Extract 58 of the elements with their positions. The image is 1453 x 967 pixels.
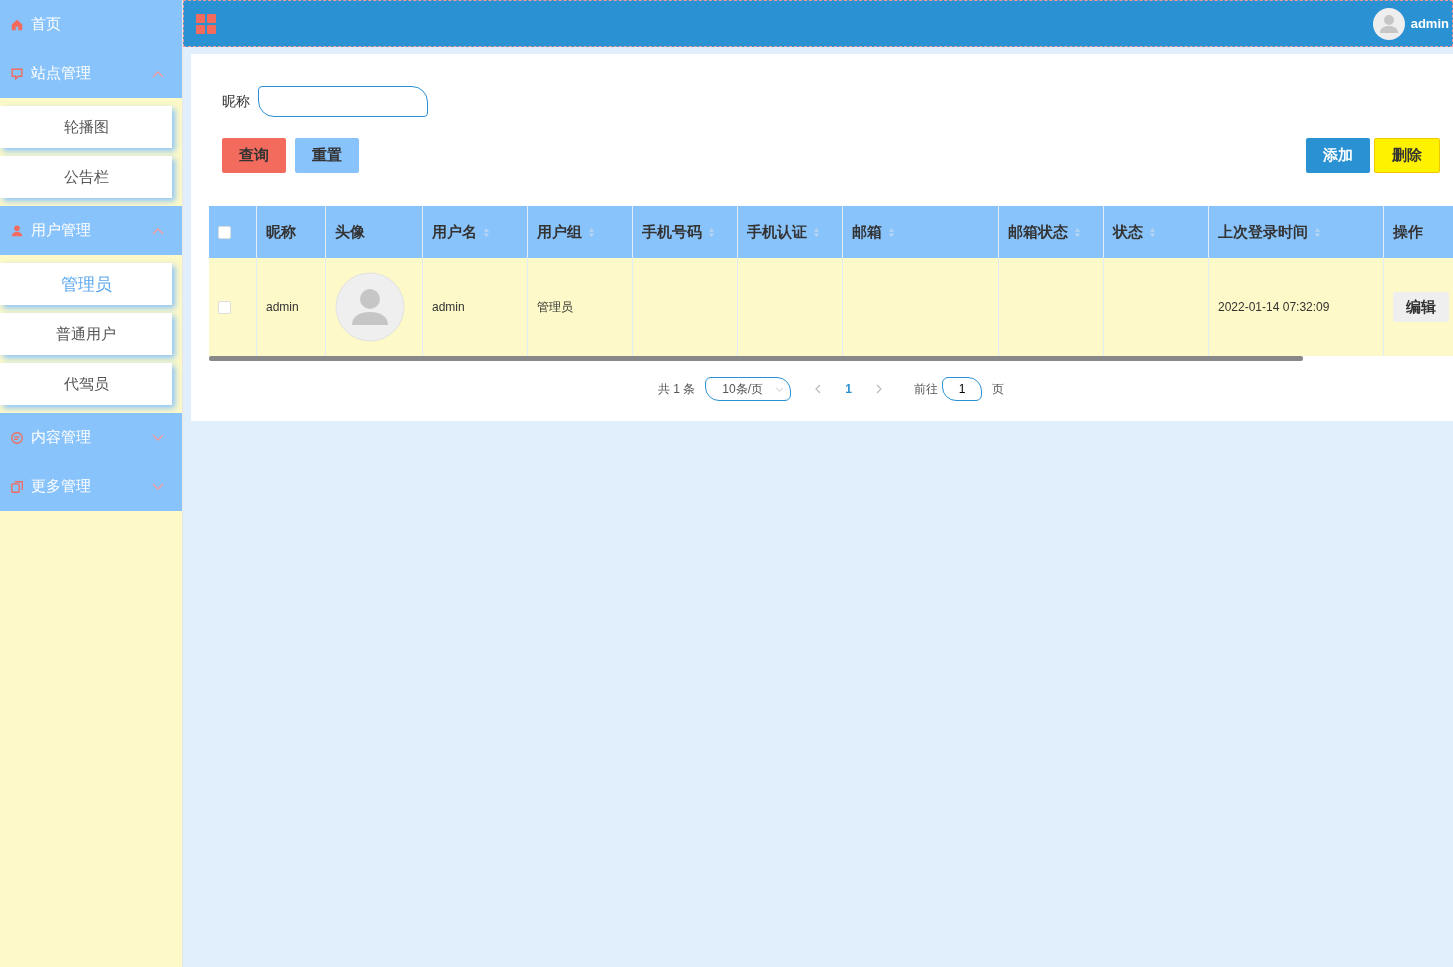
previous-page-icon[interactable] — [815, 384, 822, 394]
page-field[interactable]: 1 — [942, 377, 982, 401]
goto-label: 前往 — [914, 380, 938, 398]
submenu-item[interactable]: 轮播图 — [0, 106, 172, 148]
caret-icon — [775, 386, 785, 392]
column-header[interactable]: 手机认证 — [747, 222, 807, 242]
user-icon — [10, 223, 24, 238]
column-header[interactable]: 手机号码 — [642, 222, 702, 242]
column-header[interactable]: 上次登录时间 — [1218, 222, 1308, 242]
page-number[interactable]: 1 — [845, 382, 852, 396]
column-header[interactable]: 昵称 — [266, 222, 296, 242]
home-icon — [10, 17, 24, 32]
submenu-item[interactable]: 普通用户 — [0, 313, 172, 355]
menu-label: 用户管理 — [31, 221, 92, 240]
table-cell: 管理员 — [528, 258, 633, 356]
checkbox[interactable] — [218, 225, 231, 239]
menu-label: 内容管理 — [31, 428, 92, 447]
sort-icon[interactable] — [1074, 226, 1081, 238]
column-header[interactable]: 邮箱状态 — [1008, 222, 1068, 242]
username[interactable]: admin — [1410, 16, 1449, 31]
sort-icon[interactable] — [888, 226, 895, 238]
sort-icon[interactable] — [813, 226, 820, 238]
menu-label: 更多管理 — [31, 477, 92, 496]
edit-button[interactable]: 编辑 — [1393, 292, 1449, 322]
sort-icon[interactable] — [1149, 226, 1156, 238]
column-header[interactable]: 用户名 — [432, 222, 477, 242]
column-header[interactable]: 用户组 — [537, 222, 582, 242]
column-header[interactable]: 操作 — [1393, 222, 1423, 242]
submenu-item[interactable]: 代驾员 — [0, 363, 172, 405]
total-count: 共 1 条 — [658, 380, 696, 398]
table-cell: admin — [423, 258, 528, 356]
field-label: 昵称 — [222, 92, 250, 111]
checkbox[interactable] — [218, 300, 231, 314]
grid-icon[interactable] — [196, 13, 216, 34]
page-suffix: 页 — [992, 380, 1004, 398]
add-button[interactable]: 添加 — [1306, 138, 1370, 173]
avatar-icon[interactable] — [1372, 7, 1405, 40]
menu-label: 首页 — [31, 15, 62, 34]
reset-button[interactable]: 重置 — [295, 138, 359, 173]
chat-icon — [10, 430, 24, 445]
sort-icon[interactable] — [588, 226, 595, 238]
submenu-item[interactable]: 公告栏 — [0, 156, 172, 198]
table-cell: 2022-01-14 07:32:09 — [1209, 258, 1384, 356]
delete-button[interactable]: 删除 — [1374, 138, 1440, 173]
column-header[interactable]: 邮箱 — [852, 222, 882, 242]
copy-icon — [10, 479, 24, 494]
scrollbar[interactable] — [209, 356, 1303, 361]
search-button[interactable]: 查询 — [222, 138, 286, 173]
next-page-icon[interactable] — [876, 384, 882, 394]
table-cell: admin — [257, 258, 326, 356]
column-header[interactable]: 状态 — [1113, 222, 1143, 242]
menu-label: 站点管理 — [31, 64, 92, 83]
sort-icon[interactable] — [708, 226, 715, 238]
page-size-select[interactable]: 10条/页 — [705, 377, 792, 401]
sort-icon[interactable] — [1314, 226, 1321, 238]
sort-icon[interactable] — [483, 226, 490, 238]
column-header[interactable]: 头像 — [335, 222, 365, 242]
nickname-field[interactable] — [258, 86, 428, 117]
